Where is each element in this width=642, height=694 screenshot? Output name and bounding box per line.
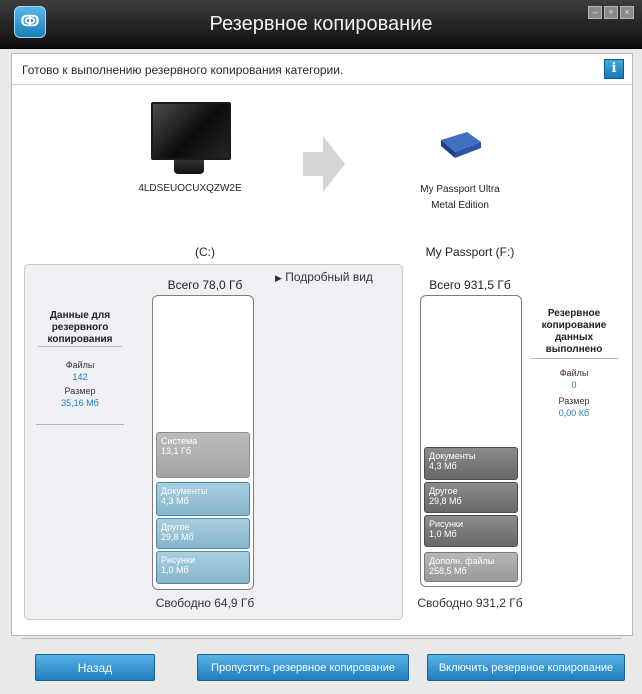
- monitor-stand: [174, 160, 204, 174]
- segment-label: Система: [161, 436, 198, 446]
- detailed-view-label: Подробный вид: [285, 270, 373, 284]
- segment-size: 1,0 Мб: [429, 529, 457, 539]
- segment-label: Рисунки: [429, 519, 463, 529]
- segment-label: Документы: [161, 486, 208, 496]
- minimize-icon[interactable]: –: [588, 6, 602, 19]
- source-size-label: Размер: [64, 386, 96, 396]
- drive-name-line1: My Passport Ultra: [420, 184, 500, 195]
- window-controls: – + ×: [588, 6, 634, 19]
- destination-volume: My Passport (F:): [425, 245, 515, 259]
- destination-size-label: Размер: [558, 396, 590, 406]
- source-files-label: Файлы: [65, 360, 95, 370]
- destination-segment-pictures[interactable]: Рисунки 1,0 Мб: [424, 515, 518, 547]
- skip-backup-button[interactable]: Пропустить резервное копирование: [197, 654, 409, 681]
- source-side-info: Данные для резервного копирования Файлы …: [36, 310, 124, 425]
- segment-size: 4,3 Мб: [161, 496, 189, 506]
- destination-segment-extra-files[interactable]: Дополн. файлы 258,5 Мб: [424, 552, 518, 582]
- window-title: Резервное копирование: [209, 13, 433, 35]
- status-bar: Готово к выполнению резервного копирован…: [12, 54, 632, 85]
- segment-label: Другое: [429, 486, 458, 496]
- enable-backup-button[interactable]: Включить резервное копирование: [427, 654, 625, 681]
- computer-name: 4LDSEUOCUXQZW2E: [138, 183, 242, 194]
- segment-label: Другое: [161, 522, 190, 532]
- source-volume: (C:): [195, 245, 215, 259]
- drive-name-line2: Metal Edition: [431, 200, 489, 211]
- back-button[interactable]: Назад: [35, 654, 155, 681]
- source-total: Всего 78,0 Гб: [167, 278, 243, 292]
- segment-size: 29,8 Мб: [161, 532, 194, 542]
- status-text: Готово к выполнению резервного копирован…: [22, 63, 344, 77]
- footer-divider: [22, 638, 622, 639]
- source-files-value: 142: [72, 372, 88, 382]
- destination-side-info: Резервное копирование данных выполнено Ф…: [530, 308, 618, 418]
- source-side-divider: [38, 346, 122, 347]
- source-segment-pictures[interactable]: Рисунки 1,0 Мб: [156, 551, 250, 584]
- source-size-value: 35,16 Мб: [61, 398, 99, 408]
- destination-files-label: Файлы: [559, 368, 589, 378]
- close-icon[interactable]: ×: [620, 6, 634, 19]
- arrow-right-icon: [303, 136, 345, 192]
- destination-capacity-bar: Документы 4,3 Мб Другое 29,8 Мб Рисунки …: [420, 295, 522, 587]
- destination-size-value: 0,00 Кб: [558, 408, 590, 418]
- segment-label: Рисунки: [161, 555, 195, 565]
- title-bar: ↂ Резервное копирование – + ×: [0, 0, 642, 49]
- segment-size: 258,5 Мб: [429, 566, 467, 576]
- segment-size: 13,1 Гб: [161, 446, 192, 456]
- detailed-view-link[interactable]: ▶ Подробный вид: [275, 270, 373, 284]
- info-icon[interactable]: i: [604, 59, 624, 79]
- segment-size: 29,8 Мб: [429, 496, 462, 506]
- destination-side-heading: Резервное копирование данных выполнено: [541, 308, 607, 355]
- drive-name: My Passport Ultra Metal Edition: [400, 182, 520, 214]
- source-segment-system[interactable]: Система 13,1 Гб: [156, 432, 250, 478]
- segment-size: 1,0 Мб: [161, 565, 189, 575]
- destination-free: Свободно 931,2 Гб: [417, 596, 523, 610]
- external-drive-icon: [441, 132, 481, 158]
- source-segment-other[interactable]: Другое 29,8 Мб: [156, 518, 250, 549]
- source-side-heading: Данные для резервного копирования: [47, 310, 113, 345]
- destination-segment-documents[interactable]: Документы 4,3 Мб: [424, 447, 518, 480]
- segment-label: Документы: [429, 451, 476, 461]
- source-side-bottom-divider: [36, 424, 124, 425]
- triangle-right-icon: ▶: [275, 273, 282, 283]
- segment-label: Дополн. файлы: [429, 556, 495, 566]
- segment-size: 4,3 Мб: [429, 461, 457, 471]
- backup-window: ↂ Резервное копирование – + × Готово к в…: [0, 0, 642, 694]
- source-segment-documents[interactable]: Документы 4,3 Мб: [156, 482, 250, 516]
- destination-side-divider: [530, 358, 618, 359]
- source-capacity-bar: Система 13,1 Гб Документы 4,3 Мб Другое …: [152, 295, 254, 590]
- destination-files-value: 0: [571, 380, 577, 390]
- computer-monitor-icon: [151, 102, 231, 160]
- source-free: Свободно 64,9 Гб: [155, 596, 255, 610]
- maximize-icon[interactable]: +: [604, 6, 618, 19]
- destination-total: Всего 931,5 Гб: [429, 278, 511, 292]
- destination-segment-other[interactable]: Другое 29,8 Мб: [424, 482, 518, 513]
